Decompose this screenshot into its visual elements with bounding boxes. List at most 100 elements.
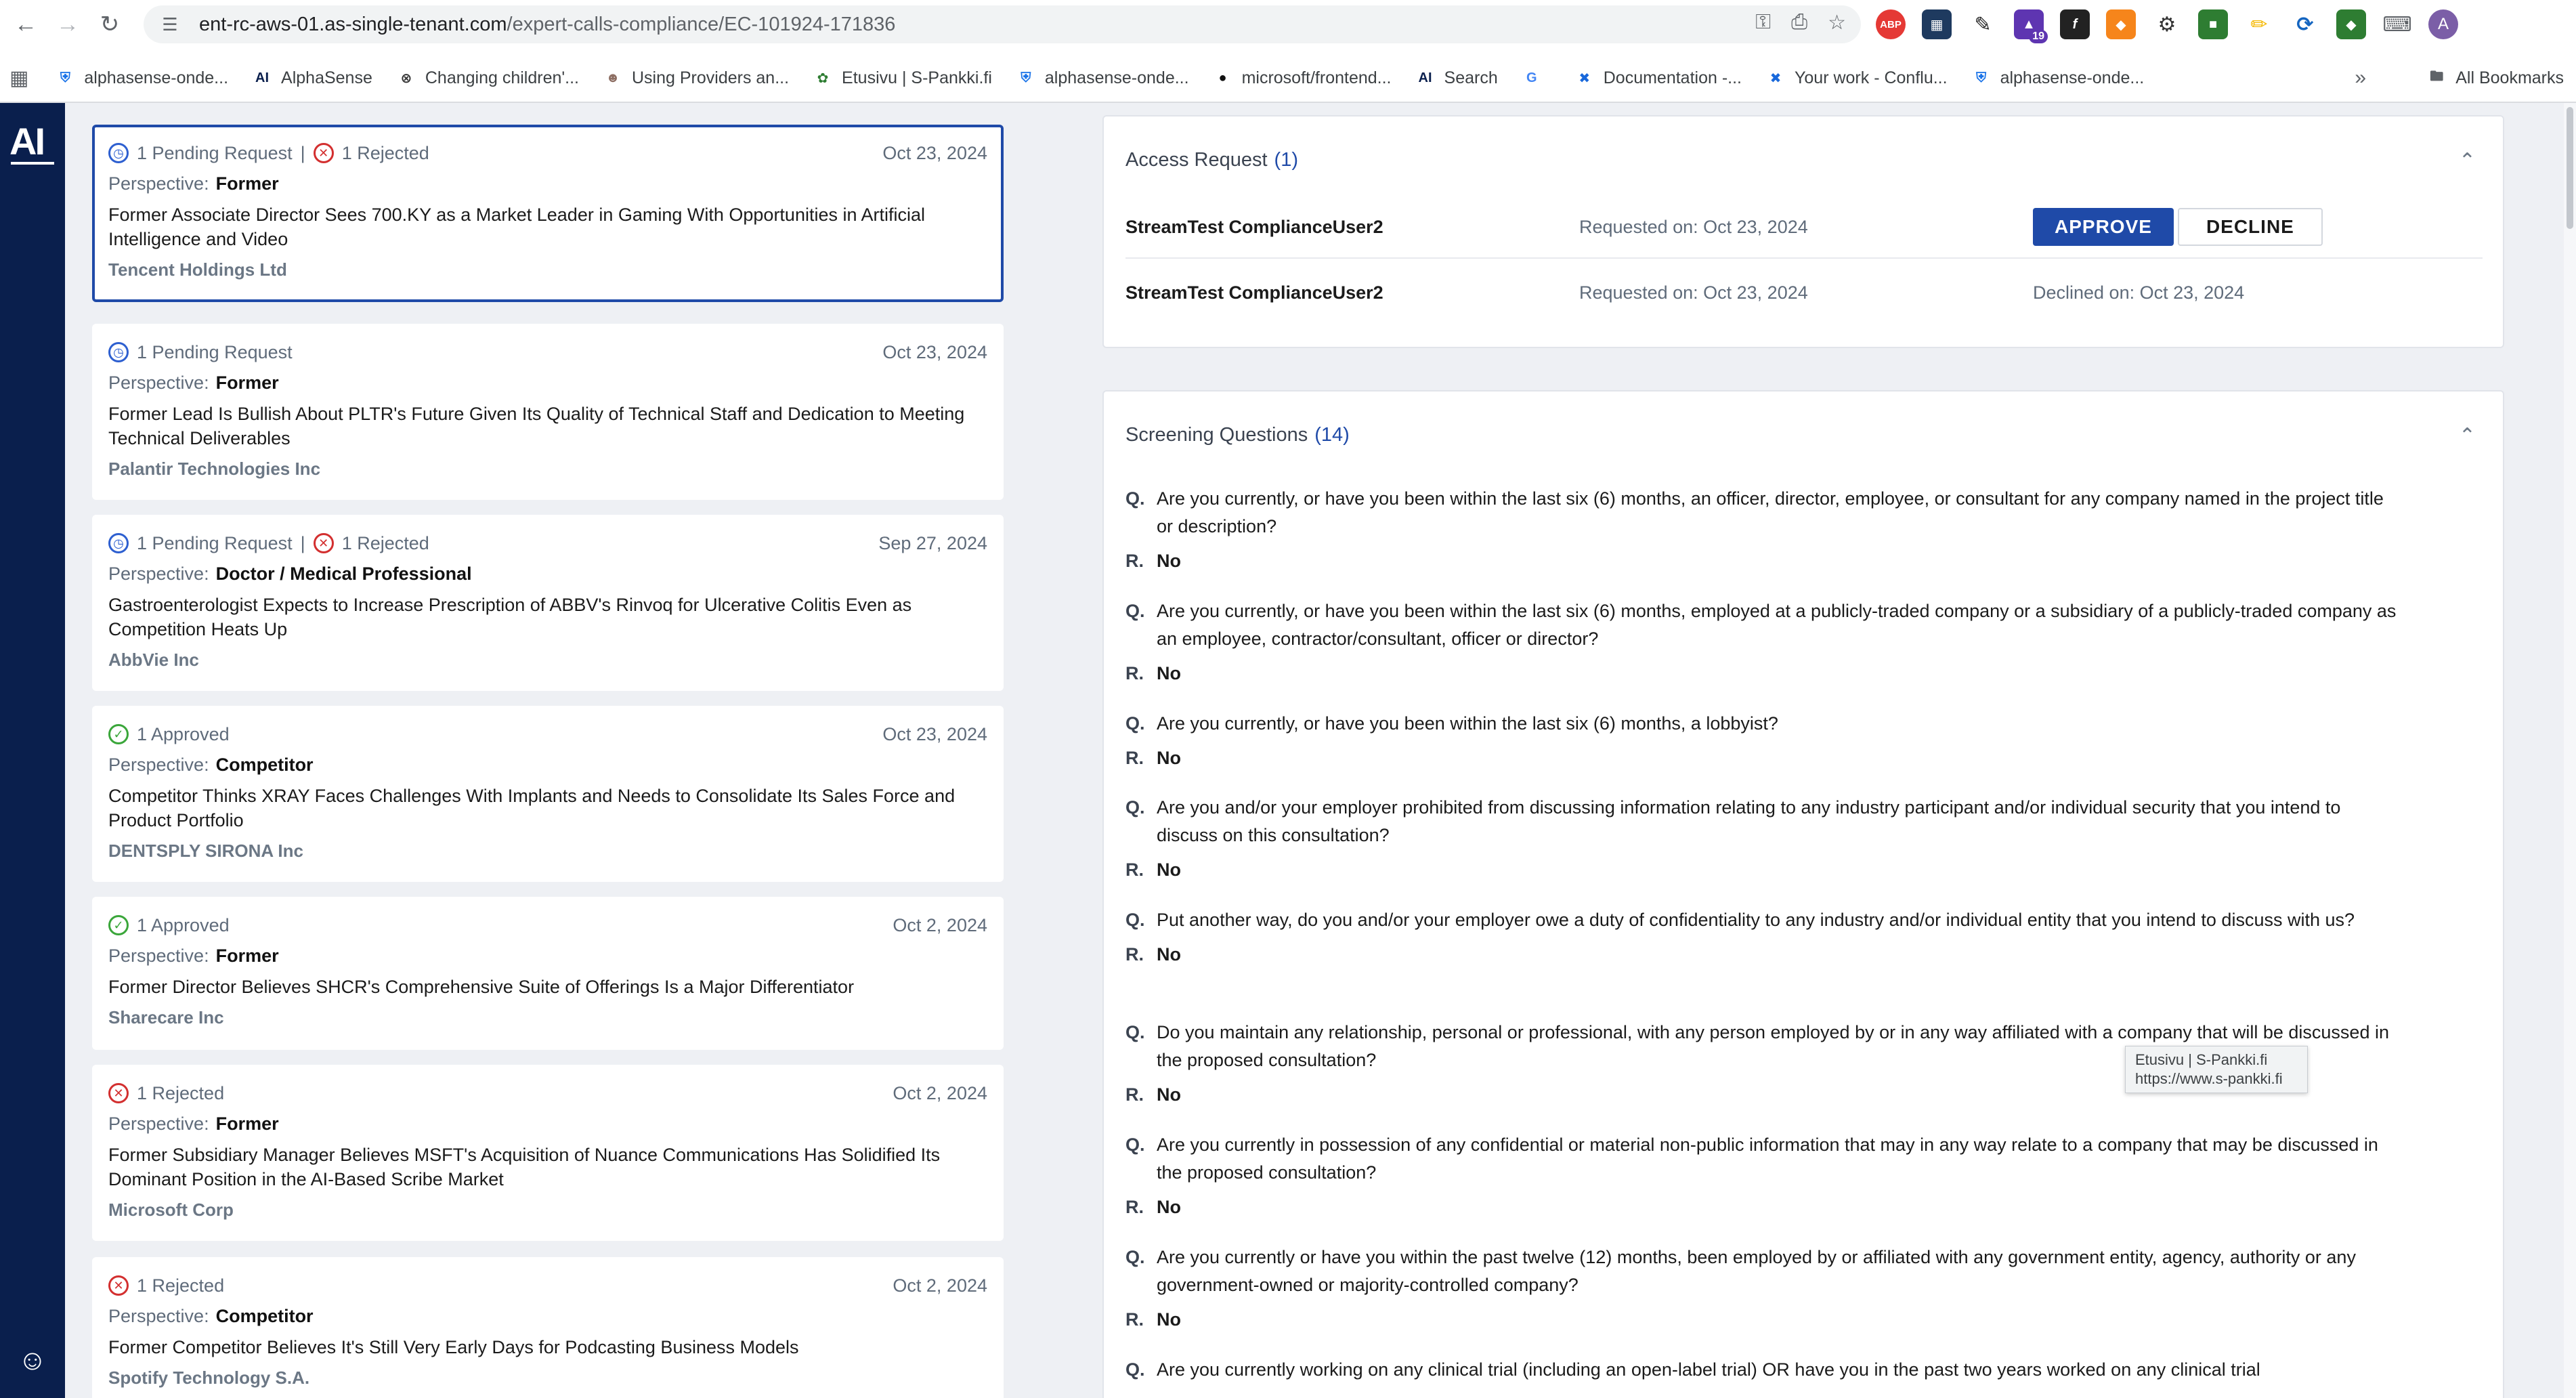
screening-question: Q. Are you currently, or have you been wi…: [1125, 597, 2399, 687]
more-bookmarks-icon[interactable]: »: [2355, 66, 2366, 89]
extensions-puzzle-icon[interactable]: ⌨: [2382, 9, 2412, 39]
tooltip-title: Etusivu | S-Pankki.fi: [2135, 1051, 2268, 1068]
bookmark-item[interactable]: G: [1522, 68, 1551, 87]
confluence-icon: ✖: [1579, 70, 1591, 86]
bookmark-label: alphasense-onde...: [84, 68, 229, 87]
expert-call-card[interactable]: ✕ 1 Rejected Oct 2, 2024 Perspective: Former…: [92, 1065, 1004, 1241]
access-request-heading[interactable]: Access Request (1): [1125, 149, 1298, 171]
bookmark-item[interactable]: AI Search: [1416, 68, 1498, 88]
react-extension-icon[interactable]: ⟳: [2290, 9, 2320, 39]
bookmark-label: alphasense-onde...: [1044, 68, 1189, 87]
back-icon[interactable]: ←: [9, 8, 42, 41]
status-text: 1 Rejected: [341, 142, 429, 163]
adblock-extension-icon[interactable]: ABP: [1876, 9, 1906, 39]
response-text: No: [1157, 1197, 1181, 1217]
card-date: Oct 23, 2024: [882, 341, 987, 362]
response-label: R.: [1125, 663, 1144, 683]
question-text: Are you currently, or have you been with…: [1157, 713, 1778, 734]
shield-icon: ⛨: [1021, 70, 1031, 85]
status-text: 1 Approved: [137, 914, 230, 935]
site-info-icon[interactable]: ☰: [160, 14, 180, 35]
install-app-icon[interactable]: ⎙: [1791, 11, 1807, 35]
app-sidebar: AI ☺: [0, 103, 65, 1398]
reload-icon[interactable]: ↻: [93, 8, 126, 41]
page-scrollbar[interactable]: [2564, 103, 2576, 1398]
perspective-label: Perspective:: [108, 946, 209, 966]
chevron-up-icon[interactable]: ⌃: [2459, 149, 2476, 173]
perspective-row: Perspective: Competitor: [108, 755, 987, 776]
expert-call-list: ◷ 1 Pending Request | ✕ 1 Rejected Oct 23, 20…: [65, 103, 1051, 1398]
card-status-row: ✕ 1 Rejected Oct 2, 2024: [108, 1080, 987, 1107]
chevron-up-icon[interactable]: ⌃: [2459, 424, 2476, 448]
screening-question: Q. Are you currently, or have you been wi…: [1125, 710, 2399, 772]
expert-call-card[interactable]: ✓ 1 Approved Oct 23, 2024 Perspective: Compe…: [92, 706, 1004, 882]
bookmark-item[interactable]: ⊗ Changing children'...: [397, 68, 579, 88]
bookmark-item[interactable]: ⛨ alphasense-onde...: [1972, 68, 2144, 88]
alphasense-icon: AI: [1418, 70, 1432, 85]
url-text[interactable]: ent-rc-aws-01.as-single-tenant.com/exper…: [199, 14, 895, 36]
clock-icon: ◷: [108, 533, 129, 553]
expert-call-card[interactable]: ✓ 1 Approved Oct 2, 2024 Perspective: Former…: [92, 897, 1004, 1050]
all-bookmarks-button[interactable]: 🖿 All Bookmarks: [2427, 68, 2564, 88]
requested-date: Requested on: Oct 23, 2024: [1579, 216, 1808, 237]
user-profile-icon[interactable]: ☺: [12, 1340, 53, 1380]
bookmark-item[interactable]: ⛨ alphasense-onde...: [56, 68, 228, 88]
bookmark-item[interactable]: ● microsoft/frontend...: [1214, 68, 1392, 88]
response-text: No: [1157, 663, 1181, 683]
password-key-icon[interactable]: ⚿: [1755, 11, 1771, 35]
bookmark-item[interactable]: ⛨ alphasense-onde...: [1016, 68, 1189, 88]
graduation-extension-icon[interactable]: ▲ 19: [2014, 9, 2048, 43]
bookmark-item[interactable]: AI AlphaSense: [253, 68, 372, 88]
requested-date: Requested on: Oct 23, 2024: [1579, 282, 1808, 303]
address-bar[interactable]: ☰ ent-rc-aws-01.as-single-tenant.com/exp…: [144, 5, 1861, 43]
question-text: Are you and/or your employer prohibited …: [1157, 797, 2341, 845]
card-date: Oct 2, 2024: [893, 914, 987, 935]
status-separator: |: [300, 142, 305, 163]
extension-icon[interactable]: ▦: [1922, 9, 1952, 39]
status-text: 1 Pending Request: [137, 532, 293, 553]
card-title: Former Director Believes SHCR's Comprehe…: [108, 977, 855, 997]
question-label: Q.: [1125, 1247, 1145, 1267]
status-text: 1 Approved: [137, 723, 230, 744]
highlighter-extension-icon[interactable]: ✏: [2244, 9, 2274, 39]
tooltip-url: https://www.s-pankki.fi: [2135, 1070, 2283, 1087]
apps-grid-icon[interactable]: ▦: [9, 66, 28, 90]
pen-extension-icon[interactable]: ✎: [1968, 9, 1998, 39]
rejected-x-icon: ✕: [108, 1275, 129, 1296]
question-label: Q.: [1125, 910, 1145, 930]
green-extension-icon[interactable]: ■: [2198, 9, 2228, 39]
screening-questions-heading[interactable]: Screening Questions (14): [1125, 424, 1350, 446]
expert-call-card[interactable]: ◷ 1 Pending Request | ✕ 1 Rejected Sep 27, 20…: [92, 515, 1004, 691]
formula-extension-icon[interactable]: f: [2060, 9, 2090, 39]
decline-button[interactable]: DECLINE: [2177, 208, 2323, 246]
bookmark-item[interactable]: ✿ Etusivu | S-Pankki.fi: [813, 68, 992, 88]
diamond-extension-icon[interactable]: ◆: [2336, 9, 2366, 39]
bookmarks-bar: ▦ ⛨ alphasense-onde... AI AlphaSense ⊗ Changi…: [0, 56, 2576, 100]
expert-call-card[interactable]: ✕ 1 Rejected Oct 2, 2024 Perspective: Compet…: [92, 1257, 1004, 1398]
bookmark-item[interactable]: ☻ Using Providers an...: [603, 68, 789, 88]
expert-call-card[interactable]: ◷ 1 Pending Request | ✕ 1 Rejected Oct 23, 20…: [92, 125, 1004, 302]
status-badge: ✓ 1 Approved: [108, 724, 230, 745]
company-name: AbbVie Inc: [108, 650, 199, 670]
extension-badge: 19: [2029, 30, 2048, 43]
scrollbar-thumb[interactable]: [2567, 107, 2573, 229]
settings-extension-icon[interactable]: ⚙: [2152, 9, 2182, 39]
metamask-extension-icon[interactable]: ◆: [2106, 9, 2136, 39]
status-text: 1 Pending Request: [137, 341, 293, 362]
profile-avatar[interactable]: A: [2428, 9, 2458, 39]
expert-call-card[interactable]: ◷ 1 Pending Request Oct 23, 2024 Perspectiv…: [92, 324, 1004, 500]
question-row: Q. Are you currently, or have you been wi…: [1125, 485, 2399, 541]
card-title: Competitor Thinks XRAY Faces Challenges …: [108, 786, 956, 830]
approve-button[interactable]: APPROVE: [2033, 208, 2174, 246]
alphasense-logo[interactable]: AI: [9, 119, 54, 165]
question-text: Are you currently, or have you been with…: [1157, 601, 2397, 649]
forward-icon[interactable]: →: [51, 8, 84, 41]
card-date: Sep 27, 2024: [878, 532, 987, 553]
status-text: 1 Rejected: [137, 1082, 225, 1103]
bookmark-item[interactable]: ✖ Documentation -...: [1575, 68, 1742, 88]
check-circle-icon: ✓: [108, 915, 129, 935]
card-title: Former Associate Director Sees 700.KY as…: [108, 205, 926, 249]
bookmark-item[interactable]: ✖ Your work - Conflu...: [1766, 68, 1948, 88]
bookmark-star-icon[interactable]: ☆: [1828, 11, 1846, 35]
screening-question: Q. Put another way, do you and/or your em…: [1125, 906, 2399, 969]
